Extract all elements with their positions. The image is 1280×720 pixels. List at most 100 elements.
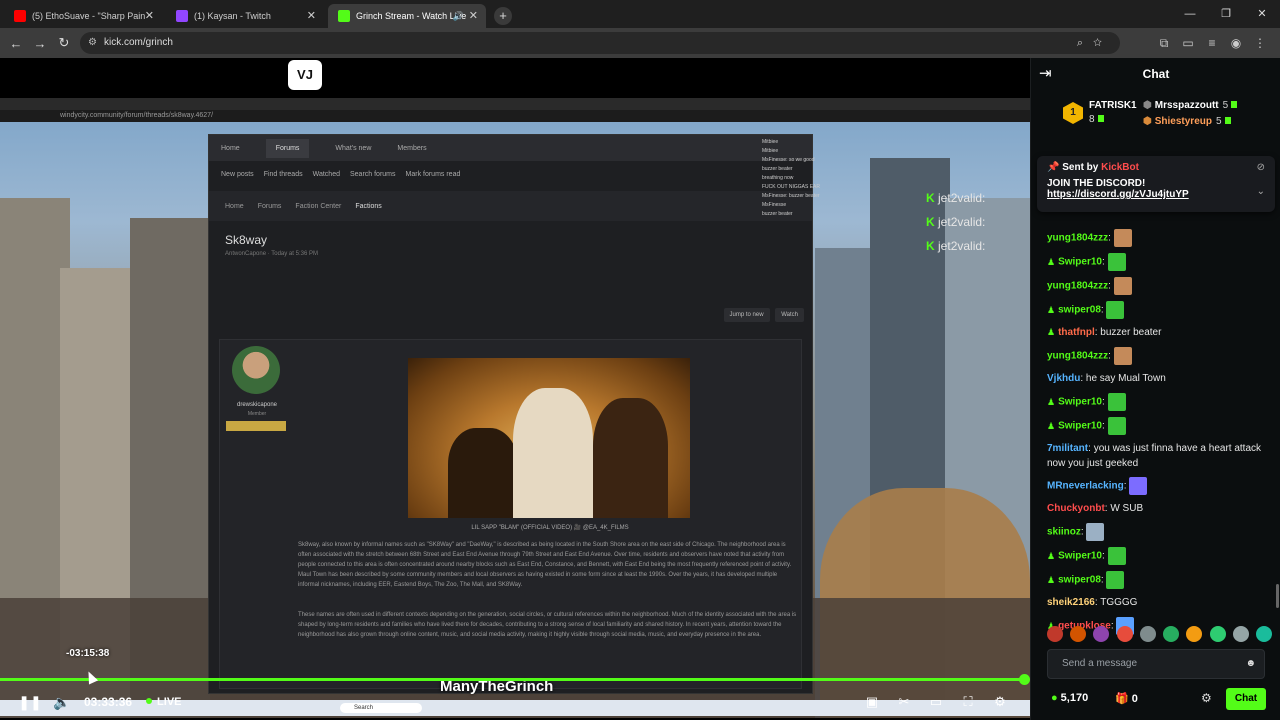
chat-message: yung1804zzz:: [1031, 226, 1280, 250]
cast-icon[interactable]: ▭: [1176, 36, 1200, 50]
chat-username[interactable]: Swiper10: [1058, 421, 1102, 432]
emote-icon: [1107, 547, 1126, 565]
miniplayer-icon[interactable]: ▣: [856, 694, 888, 710]
chat-username[interactable]: yung1804zzz: [1047, 281, 1108, 292]
chat-username[interactable]: yung1804zzz: [1047, 233, 1108, 244]
profile-icon[interactable]: ◉: [1224, 36, 1248, 50]
emote-shortcut-icon[interactable]: [1232, 626, 1249, 642]
maximize-icon[interactable]: ❐: [1208, 0, 1244, 28]
forward-icon[interactable]: →: [28, 36, 52, 51]
extensions-icon[interactable]: ⧉: [1152, 36, 1176, 51]
pause-icon[interactable]: ❚❚: [14, 694, 46, 711]
chat-username[interactable]: MRneverlacking: [1047, 481, 1124, 492]
fullscreen-icon[interactable]: ⛶: [952, 694, 984, 710]
back-icon[interactable]: ←: [4, 36, 28, 51]
emote-shortcut-icon[interactable]: [1070, 626, 1087, 642]
person-figure: [448, 428, 518, 518]
chat-username[interactable]: Chuckyonbt: [1047, 503, 1105, 514]
pinned-message[interactable]: 📌 Sent by KickBot JOIN THE DISCORD! http…: [1037, 156, 1275, 212]
leader-row[interactable]: ⬢ Shiestyreup 5: [1143, 116, 1231, 127]
emote-shortcut-icon[interactable]: [1186, 626, 1203, 642]
emote-shortcut-icon[interactable]: [1163, 626, 1180, 642]
send-chat-button[interactable]: Chat: [1226, 688, 1266, 710]
chat-header: ⇥ Chat: [1031, 58, 1280, 90]
close-tab-icon[interactable]: ✕: [307, 4, 316, 28]
elapsed-time: 03:33:36: [84, 695, 133, 709]
chat-scrollbar[interactable]: [1276, 584, 1279, 608]
emote-shortcut-icon[interactable]: [1139, 626, 1156, 642]
browser-tab-active[interactable]: Grinch Stream - Watch Live 🔊 ✕: [328, 4, 486, 28]
emote-shortcut-icon[interactable]: [1047, 626, 1063, 642]
sent-by-label: Sent by: [1062, 162, 1099, 173]
chat-username[interactable]: swiper08: [1058, 575, 1101, 586]
browser-tab[interactable]: (5) EthoSuave - "Sharp Pain ✕: [4, 4, 162, 28]
thread-meta: AntwonCapone · Today at 5:36 PM: [225, 251, 318, 257]
chat-username[interactable]: swiper08: [1058, 305, 1101, 316]
site-info-icon[interactable]: ⚙: [88, 32, 97, 54]
chat-input[interactable]: Send a message ☻: [1047, 649, 1265, 679]
inner-url: windycity.community/forum/threads/sk8way…: [0, 110, 1030, 122]
chat-username[interactable]: skiinoz: [1047, 527, 1081, 538]
gem-icon: [1224, 117, 1231, 124]
inner-browser-tabs: [0, 98, 1030, 110]
chevron-down-icon[interactable]: ⌄: [1257, 186, 1265, 197]
emote-icon: [1107, 253, 1126, 271]
close-tab-icon[interactable]: ✕: [145, 4, 154, 28]
in-stream-chat: Mitbiee Mitbiee MsFinesse: so we good bu…: [762, 138, 832, 219]
media-icon[interactable]: ≡: [1200, 36, 1224, 50]
video-player[interactable]: VJ windycity.community/forum/threads/sk8…: [0, 58, 1030, 720]
leader-name[interactable]: FATRISK1: [1089, 100, 1137, 111]
emote-shortcut-icon[interactable]: [1116, 626, 1133, 642]
stream-chat-line: buzzer beater: [762, 211, 793, 217]
chat-username[interactable]: 7militant: [1047, 443, 1088, 454]
zoom-icon[interactable]: ⌕: [1077, 37, 1093, 49]
emote-shortcut-icon[interactable]: [1255, 626, 1272, 642]
live-dot-icon: [146, 698, 153, 704]
chat-username[interactable]: sheik2166: [1047, 597, 1095, 608]
settings-gear-icon[interactable]: ⚙: [984, 694, 1016, 710]
pinned-text: JOIN THE DISCORD!: [1047, 178, 1146, 189]
chat-username[interactable]: Swiper10: [1058, 551, 1102, 562]
post-author: drewskicapone: [236, 402, 278, 408]
player-controls: ❚❚ 🔈 03:33:36 LIVE ▣ ✂ ▭ ⛶ ⚙: [0, 684, 1030, 720]
speaker-icon[interactable]: 🔊: [453, 4, 464, 28]
chat-username[interactable]: Swiper10: [1058, 257, 1102, 268]
seek-bar[interactable]: [0, 674, 1030, 685]
chat-message: sheik2166: TGGGG: [1031, 592, 1280, 614]
chat-username[interactable]: Swiper10: [1058, 397, 1102, 408]
emote-shortcut-icon[interactable]: [1209, 626, 1226, 642]
kick-badge-icon: K: [926, 191, 935, 205]
omnibox-icons: ⌕☆: [1077, 32, 1112, 54]
unpin-icon[interactable]: ⊘: [1257, 162, 1265, 173]
reload-icon[interactable]: ↻: [52, 35, 76, 51]
crumb: Forums: [257, 202, 282, 210]
emote-shortcut-icon[interactable]: [1093, 626, 1110, 642]
volume-icon[interactable]: 🔈: [46, 694, 78, 711]
tab-title: (1) Kaysan - Twitch: [194, 11, 271, 21]
clip-icon[interactable]: ✂: [888, 694, 920, 710]
channel-points[interactable]: ● 5,170: [1051, 692, 1088, 704]
forum-nav-forums: Forums: [265, 138, 310, 158]
browser-tab[interactable]: (1) Kaysan - Twitch ✕: [166, 4, 324, 28]
chat-username[interactable]: thatfnpl: [1058, 327, 1095, 338]
gift-counter[interactable]: 🎁 0: [1115, 692, 1138, 705]
menu-icon[interactable]: ⋮: [1248, 36, 1272, 50]
chat-settings-icon[interactable]: ⚙: [1201, 691, 1212, 705]
close-tab-icon[interactable]: ✕: [469, 4, 478, 28]
crumb: Home: [225, 202, 244, 210]
minimize-icon[interactable]: —: [1172, 0, 1208, 28]
subnav-item: New posts: [221, 170, 254, 178]
theater-mode-icon[interactable]: ▭: [920, 694, 952, 710]
close-window-icon[interactable]: ✕: [1244, 0, 1280, 28]
chat-username[interactable]: yung1804zzz: [1047, 351, 1108, 362]
leader-row[interactable]: ⬢ Mrsspazzoutt 5: [1143, 100, 1238, 111]
chat-username[interactable]: Vjkhdu: [1047, 373, 1080, 384]
new-tab-button[interactable]: +: [494, 7, 512, 25]
url-field[interactable]: ⚙ kick.com/grinch ⌕☆: [80, 32, 1120, 54]
subnav-item: Mark forums read: [405, 170, 461, 178]
discord-link[interactable]: https://discord.gg/zVJu4jtuYP: [1047, 189, 1265, 200]
bookmark-star-icon[interactable]: ☆: [1093, 37, 1112, 49]
jet-line-text: jet2valid:: [938, 191, 986, 205]
chat-separator: :: [1102, 256, 1108, 268]
emoji-icon[interactable]: ☻: [1245, 650, 1256, 678]
